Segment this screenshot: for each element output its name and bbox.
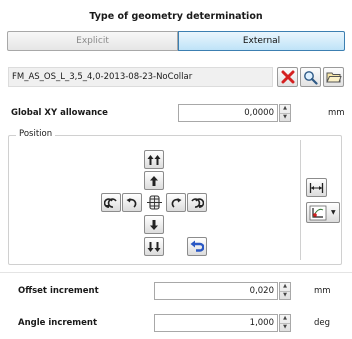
chevron-down-icon[interactable]: ▼	[280, 322, 290, 332]
magnifier-icon	[304, 70, 318, 85]
snap-point-icon	[309, 205, 327, 220]
global-xy-spinner[interactable]: ▲ ▼	[279, 104, 291, 122]
folder-open-icon	[325, 72, 342, 83]
measure-distance-button[interactable]	[306, 178, 327, 197]
move-down-button[interactable]	[144, 215, 164, 234]
dialog-title: Type of geometry determination	[89, 11, 263, 22]
angle-increment-unit: deg	[314, 318, 331, 328]
arrow-up-icon	[150, 175, 158, 186]
search-file-button[interactable]	[300, 67, 321, 87]
global-xy-input[interactable]: 0,0000	[178, 104, 278, 122]
geometry-center-icon	[145, 193, 164, 212]
rotate-right-icon	[171, 197, 182, 208]
tab-explicit[interactable]: Explicit	[7, 31, 178, 51]
chevron-up-icon[interactable]: ▲	[280, 283, 290, 291]
global-xy-unit: mm	[328, 108, 345, 118]
position-group-label: Position	[16, 129, 56, 139]
rotate-ccw-fast-button[interactable]	[101, 193, 121, 212]
double-rotate-left-icon	[104, 198, 117, 208]
chevron-down-icon: ▼	[331, 209, 336, 216]
arrow-down-icon	[150, 219, 158, 230]
chevron-down-icon[interactable]: ▼	[280, 290, 290, 300]
tab-external[interactable]: External	[178, 31, 345, 51]
move-down-fast-button[interactable]	[144, 237, 164, 256]
distance-measure-icon	[309, 182, 324, 193]
double-rotate-right-icon	[191, 198, 204, 208]
double-arrow-down-icon	[147, 241, 161, 252]
chevron-down-icon[interactable]: ▼	[280, 112, 290, 122]
rotate-ccw-button[interactable]	[122, 193, 142, 212]
rotate-cw-button[interactable]	[166, 193, 186, 212]
undo-arrow-icon	[190, 240, 204, 252]
global-xy-label: Global XY allowance	[11, 108, 108, 118]
double-arrow-up-icon	[147, 154, 161, 165]
move-up-button[interactable]	[144, 171, 164, 190]
red-x-icon	[281, 70, 294, 84]
angle-increment-input[interactable]: 1,000	[154, 314, 278, 332]
rotate-left-icon	[126, 197, 137, 208]
move-up-fast-button[interactable]	[144, 150, 164, 169]
offset-increment-spinner[interactable]: ▲ ▼	[279, 282, 291, 300]
angle-increment-spinner[interactable]: ▲ ▼	[279, 314, 291, 332]
open-file-button[interactable]	[323, 67, 344, 87]
angle-increment-label: Angle increment	[18, 318, 98, 328]
chevron-up-icon[interactable]: ▲	[280, 315, 290, 323]
rotate-cw-fast-button[interactable]	[187, 193, 207, 212]
section-divider	[0, 272, 352, 273]
offset-increment-input[interactable]: 0,020	[154, 282, 278, 300]
offset-increment-label: Offset increment	[18, 286, 99, 296]
undo-position-button[interactable]	[187, 237, 207, 256]
chevron-up-icon[interactable]: ▲	[280, 105, 290, 113]
offset-increment-unit: mm	[314, 286, 331, 296]
delete-file-button[interactable]	[277, 67, 298, 87]
position-divider	[300, 140, 301, 260]
geometry-file-field[interactable]: FM_AS_OS_L_3,5_4,0-2013-08-23-NoCollar	[8, 67, 273, 87]
snap-point-dropdown[interactable]: ▼	[306, 202, 340, 223]
